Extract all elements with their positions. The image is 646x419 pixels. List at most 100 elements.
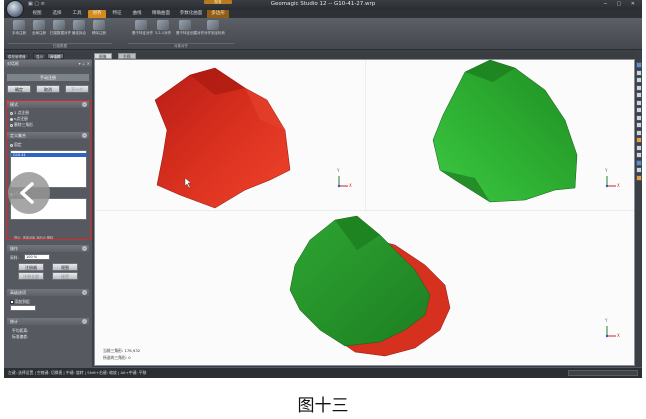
panel-close-icon[interactable]: ▾ ⊥ ✕ xyxy=(79,60,90,67)
dialog-button-row: 确定 取消 下一个 xyxy=(7,85,89,93)
shade-icon[interactable] xyxy=(636,159,642,166)
aligned-preview[interactable] xyxy=(289,215,451,357)
advanced-section-header[interactable]: 高级选项 – xyxy=(7,289,89,296)
tab-select[interactable]: 选择 xyxy=(48,10,66,18)
ok-button[interactable]: 确定 xyxy=(7,85,31,93)
tab-display[interactable]: 显示 xyxy=(33,53,46,59)
axis-y-label: Y xyxy=(337,168,340,173)
ribbon-group-object-align: 对象对齐 xyxy=(128,43,234,49)
collapse-icon[interactable]: – xyxy=(82,246,87,251)
tab-align[interactable]: 对齐 xyxy=(88,10,106,18)
global-registration-button[interactable]: 全局注册 xyxy=(30,20,48,42)
remove-registration-icon xyxy=(93,20,105,30)
scene-canvas[interactable] xyxy=(95,60,635,366)
axis-y-label: Y xyxy=(605,318,608,323)
view-fit-icon[interactable] xyxy=(636,62,642,68)
tab-model-manager[interactable]: 模型管理器 xyxy=(5,53,29,59)
view-button[interactable]: 视图 xyxy=(52,263,78,271)
status-progress xyxy=(568,370,638,376)
view-toolbar xyxy=(636,62,642,202)
align-to-coordinate-icon xyxy=(207,20,219,30)
view-zoom-icon[interactable] xyxy=(636,122,642,128)
view-left-icon[interactable] xyxy=(636,84,642,91)
remove-registration-button[interactable]: 移除注册 xyxy=(90,20,108,42)
scan-align-icon xyxy=(53,20,65,30)
wireframe-icon[interactable] xyxy=(636,167,642,173)
window-title: Geomagic Studio 12 -- G10-41-27.wrp xyxy=(270,1,376,7)
register-all-button[interactable]: 注册全部 xyxy=(18,272,44,280)
align-to-coordinate-button[interactable]: 对齐到坐标系 xyxy=(204,20,225,42)
tab-parametric-surfaces[interactable]: 参数化曲面 xyxy=(176,10,206,18)
view-top-icon[interactable] xyxy=(636,99,642,106)
title-bar: ▣ ▢ ≡ 配准 Geomagic Studio 12 -- G10-41-27… xyxy=(4,0,642,10)
fixed-mesh-red[interactable] xyxy=(154,67,291,209)
group-select[interactable] xyxy=(10,305,36,311)
ribbon-group-scan-data: 扫描数据 xyxy=(8,43,112,49)
app-window: ▣ ▢ ≡ 配准 Geomagic Studio 12 -- G10-41-27… xyxy=(4,0,642,378)
status-bar: 左键: 选择设置 | 空格键: 切换视 | 中键: 旋转 | Shift+右键:… xyxy=(4,367,642,378)
view-iso-icon[interactable] xyxy=(636,114,642,121)
feature-align-icon xyxy=(135,20,147,30)
viewport-tabs: 图像 主视 xyxy=(92,52,638,59)
axis-x-label: X xyxy=(617,333,620,338)
register-button[interactable]: 注册器 xyxy=(18,263,44,271)
ribbon: 手动注册 全局注册 扫描数据对齐 最佳拟合 移除注册 扫描数据 基于特征对齐 3… xyxy=(4,18,642,50)
sample-label: 采样: xyxy=(10,255,19,260)
feature-align-button[interactable]: 基于特征对齐 xyxy=(132,20,153,42)
statistics-section-header[interactable]: 统计 – xyxy=(7,318,89,325)
ribbon-tabs: 视图 选择 工具 对齐 特征 曲线 精确曲面 参数化曲面 多边形 xyxy=(4,10,642,18)
create-feature-align-icon xyxy=(179,20,191,30)
view-front-icon[interactable] xyxy=(636,69,642,76)
three-two-one-align-button[interactable]: 3-2-1对齐 xyxy=(154,20,172,42)
brush-icon[interactable] xyxy=(636,152,642,158)
tab-exact-surfaces[interactable]: 精确曲面 xyxy=(148,10,174,18)
lasso-icon[interactable] xyxy=(636,144,642,151)
viewport-3d[interactable]: Y X Y X Y X 当前三角形: 176,932 所选的三角形: 0 xyxy=(94,59,635,366)
tab-dialog[interactable]: 对话框 xyxy=(47,53,64,59)
view-right-icon[interactable] xyxy=(636,92,642,98)
operations-section-header[interactable]: 操作 – xyxy=(7,245,89,252)
global-registration-icon xyxy=(33,20,45,30)
create-feature-align-button[interactable]: 基于特征创建对齐 xyxy=(176,20,204,42)
axis-x-label: X xyxy=(349,183,352,188)
tab-polygons[interactable]: 多边形 xyxy=(207,10,229,18)
tab-view[interactable]: 视图 xyxy=(28,10,46,18)
selected-triangles-readout: 所选的三角形: 0 xyxy=(103,355,131,360)
best-fit-icon xyxy=(73,20,85,30)
axis-y-label: Y xyxy=(605,168,608,173)
light-icon[interactable] xyxy=(636,174,642,181)
manual-registration-button[interactable]: 手动注册 xyxy=(10,20,28,42)
next-button[interactable]: 下一个 xyxy=(65,85,89,93)
tab-curves[interactable]: 曲线 xyxy=(128,10,146,18)
axis-triad: Y X xyxy=(601,168,621,194)
sample-select[interactable]: 100 % xyxy=(24,254,50,260)
panel-tabs: 模型管理器 显示 对话框 xyxy=(4,52,92,59)
checkbox-icon xyxy=(10,300,14,304)
manual-registration-icon xyxy=(13,20,25,30)
axis-triad: Y X xyxy=(333,168,353,194)
triangle-count-readout: 当前三角形: 176,932 xyxy=(103,348,141,353)
dialog-header: 对话框 ▾ ⊥ ✕ xyxy=(4,60,92,67)
figure-caption: 图十三 xyxy=(297,396,349,416)
tab-tools[interactable]: 工具 xyxy=(68,10,86,18)
dialog-banner: 手动注册 xyxy=(7,74,89,81)
scan-align-button[interactable]: 扫描数据对齐 xyxy=(50,20,71,42)
best-fit-button[interactable]: 最佳拟合 xyxy=(70,20,88,42)
view-pan-icon[interactable] xyxy=(636,129,642,136)
collapse-icon[interactable]: – xyxy=(82,319,87,324)
std-deviation-label: 标准偏差: xyxy=(12,334,29,339)
collapse-icon[interactable]: – xyxy=(82,290,87,295)
axis-x-label: X xyxy=(617,183,620,188)
application-menu-button[interactable] xyxy=(6,0,24,18)
view-back-icon[interactable] xyxy=(636,77,642,83)
tab-features[interactable]: 特征 xyxy=(108,10,126,18)
view-bottom-icon[interactable] xyxy=(636,107,642,113)
axis-triad: Y X xyxy=(601,318,621,344)
cancel-button[interactable]: 取消 xyxy=(36,85,60,93)
window-controls[interactable]: ─ ▢ ✕ xyxy=(604,1,639,7)
back-button[interactable] xyxy=(8,172,50,214)
highlight-box xyxy=(6,100,91,240)
floating-mesh-green[interactable] xyxy=(432,60,578,203)
accept-button[interactable]: 接受 xyxy=(52,272,78,280)
select-icon[interactable] xyxy=(636,137,642,143)
